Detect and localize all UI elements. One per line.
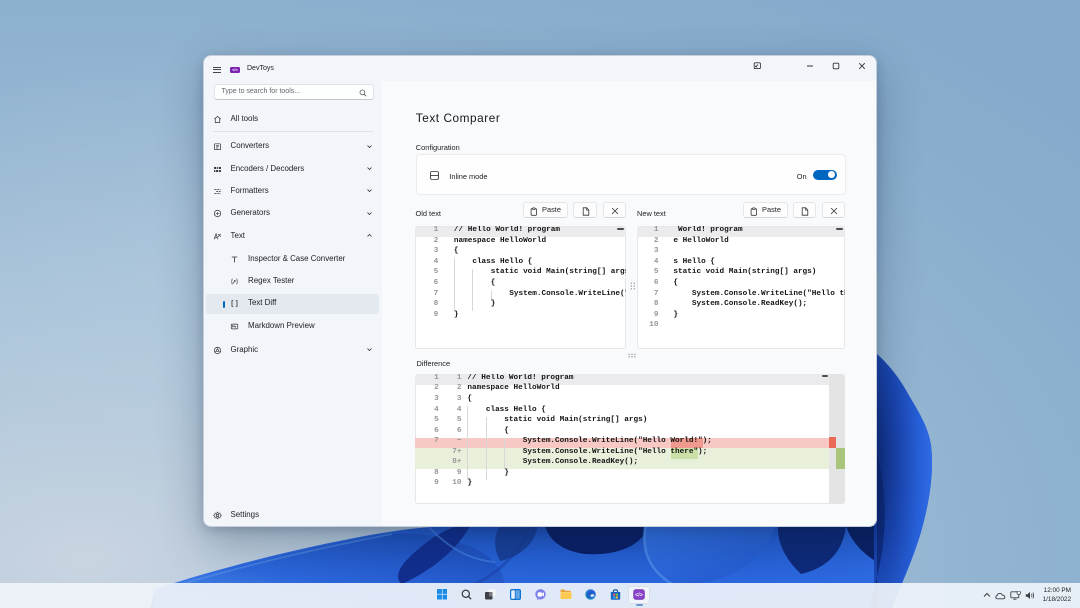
svg-text:</>: </>	[635, 592, 643, 598]
